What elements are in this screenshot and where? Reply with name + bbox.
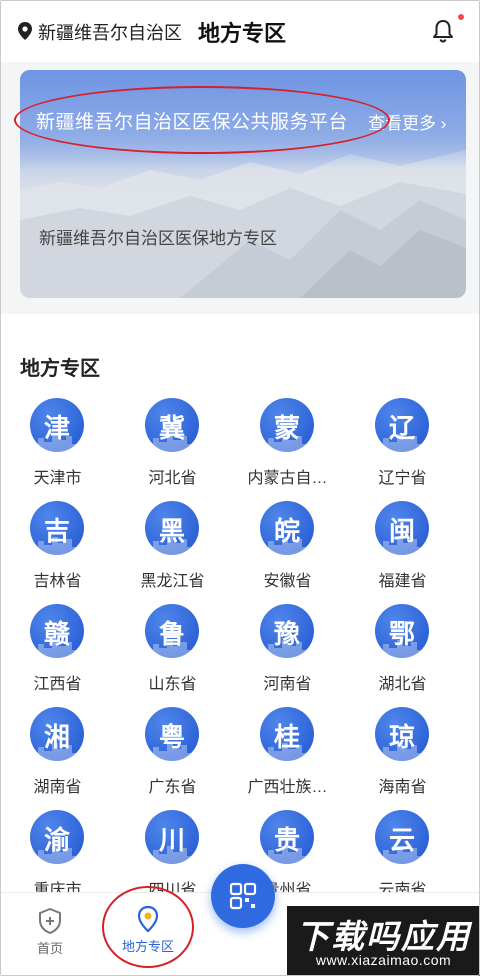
region-badge-char: 黑 <box>158 517 185 547</box>
region-item[interactable]: 冀河北省 <box>115 398 230 494</box>
region-name: 天津市 <box>33 470 82 487</box>
map-pin-icon <box>137 905 159 933</box>
region-item[interactable]: 豫河南省 <box>230 604 345 700</box>
region-item[interactable]: 辽辽宁省 <box>345 398 460 494</box>
region-item[interactable]: 津天津市 <box>0 398 115 494</box>
shield-plus-icon <box>39 908 61 934</box>
banner-title[interactable]: 新疆维吾尔自治区医保公共服务平台 <box>36 107 348 134</box>
nav-local-tab[interactable]: 地方专区 <box>110 901 186 967</box>
region-name: 广东省 <box>148 779 197 796</box>
region-name: 安徽省 <box>263 573 312 590</box>
scan-button[interactable] <box>211 864 275 928</box>
region-item[interactable]: 桂广西壮族… <box>230 707 345 803</box>
region-badge-char: 豫 <box>273 620 300 650</box>
region-name: 福建省 <box>378 573 427 590</box>
region-badge-char: 皖 <box>273 517 300 547</box>
region-badge-icon: 赣 <box>30 604 84 658</box>
promo-banner[interactable] <box>20 70 466 298</box>
region-item[interactable]: 鲁山东省 <box>115 604 230 700</box>
region-badge-icon: 鄂 <box>375 604 429 658</box>
region-name: 河北省 <box>148 470 197 487</box>
region-badge-char: 冀 <box>158 414 185 444</box>
region-badge-icon: 皖 <box>260 501 314 555</box>
region-badge-icon: 琼 <box>375 707 429 761</box>
region-badge-char: 鄂 <box>388 620 415 650</box>
region-badge-icon: 贵 <box>260 810 314 864</box>
region-badge-icon: 湘 <box>30 707 84 761</box>
region-item[interactable]: 粤广东省 <box>115 707 230 803</box>
region-name: 辽宁省 <box>378 470 427 487</box>
chevron-right-icon: › <box>440 114 447 133</box>
location-pin-icon[interactable] <box>18 22 32 40</box>
region-badge-char: 赣 <box>43 620 70 650</box>
region-badge-icon: 闽 <box>375 501 429 555</box>
nav-home-tab[interactable]: 首页 <box>20 903 80 963</box>
region-badge-icon: 冀 <box>145 398 199 452</box>
region-badge-char: 琼 <box>388 723 415 753</box>
region-name: 海南省 <box>378 779 427 796</box>
region-badge-icon: 豫 <box>260 604 314 658</box>
region-badge-char: 津 <box>43 414 70 444</box>
region-badge-char: 粤 <box>158 723 185 753</box>
region-item[interactable]: 吉吉林省 <box>0 501 115 597</box>
region-badge-char: 吉 <box>43 517 70 547</box>
region-item[interactable]: 黑黑龙江省 <box>115 501 230 597</box>
region-name: 山东省 <box>148 676 197 693</box>
region-name: 黑龙江省 <box>140 573 205 590</box>
region-badge-icon: 吉 <box>30 501 84 555</box>
watermark-logo: 下载吗应用 <box>296 918 471 955</box>
region-badge-icon: 黑 <box>145 501 199 555</box>
region-item[interactable]: 赣江西省 <box>0 604 115 700</box>
region-badge-icon: 桂 <box>260 707 314 761</box>
region-name: 内蒙古自… <box>247 470 328 487</box>
region-badge-icon: 粤 <box>145 707 199 761</box>
region-badge-char: 贵 <box>273 826 300 856</box>
region-badge-icon: 辽 <box>375 398 429 452</box>
region-badge-char: 桂 <box>273 723 300 753</box>
region-badge-char: 鲁 <box>158 620 185 650</box>
section-title: 地方专区 <box>20 358 100 380</box>
view-more-link[interactable]: 查看更多 › <box>368 109 446 134</box>
location-selector[interactable]: 新疆维吾尔自治区 <box>38 19 182 45</box>
notification-dot <box>458 14 464 20</box>
region-name: 河南省 <box>263 676 312 693</box>
nav-home-label: 首页 <box>36 941 63 956</box>
region-badge-char: 辽 <box>388 414 415 444</box>
watermark: 下载吗应用 www.xiazaimao.com <box>287 906 480 976</box>
region-badge-icon: 鲁 <box>145 604 199 658</box>
region-item[interactable]: 蒙内蒙古自… <box>230 398 345 494</box>
region-item[interactable]: 琼海南省 <box>345 707 460 803</box>
region-badge-icon: 津 <box>30 398 84 452</box>
bell-icon[interactable] <box>432 19 454 43</box>
region-badge-icon: 云 <box>375 810 429 864</box>
region-badge-char: 渝 <box>43 826 70 856</box>
nav-local-label: 地方专区 <box>121 939 174 954</box>
qr-scan-icon <box>229 882 257 910</box>
region-name: 江西省 <box>33 676 82 693</box>
region-badge-char: 闽 <box>388 517 415 547</box>
region-item[interactable]: 皖安徽省 <box>230 501 345 597</box>
top-header: 新疆维吾尔自治区 地方专区 <box>0 0 480 62</box>
region-item[interactable]: 闽福建省 <box>345 501 460 597</box>
page-title: 地方专区 <box>198 21 287 46</box>
region-badge-char: 川 <box>158 826 185 856</box>
region-item[interactable]: 湘湖南省 <box>0 707 115 803</box>
banner-subtitle[interactable]: 新疆维吾尔自治区医保地方专区 <box>39 224 277 249</box>
region-badge-char: 湘 <box>43 723 70 753</box>
region-item[interactable]: 鄂湖北省 <box>345 604 460 700</box>
region-badge-icon: 川 <box>145 810 199 864</box>
region-name: 广西壮族… <box>247 779 328 796</box>
region-name: 湖南省 <box>33 779 82 796</box>
view-more-label: 查看更多 <box>368 114 436 133</box>
region-name: 湖北省 <box>378 676 427 693</box>
region-badge-char: 云 <box>388 826 415 856</box>
region-name: 吉林省 <box>33 573 82 590</box>
watermark-url: www.xiazaimao.com <box>315 952 452 968</box>
region-badge-char: 蒙 <box>273 414 300 444</box>
region-badge-icon: 渝 <box>30 810 84 864</box>
region-badge-icon: 蒙 <box>260 398 314 452</box>
